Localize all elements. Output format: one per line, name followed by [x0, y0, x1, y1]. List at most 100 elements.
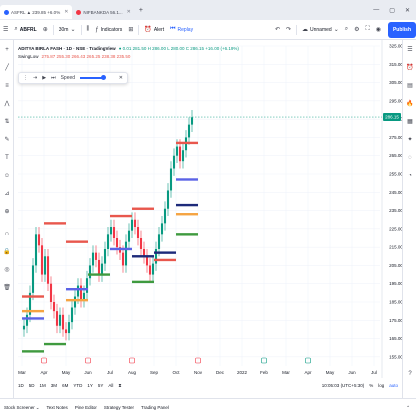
- range-3m[interactable]: 3M: [51, 383, 57, 388]
- range-6m[interactable]: 6M: [62, 383, 68, 388]
- maximize-icon[interactable]: ▢: [389, 7, 395, 14]
- candle-body: [25, 314, 29, 326]
- level-bar-blue: [176, 178, 198, 181]
- undo-button[interactable]: ↶: [272, 26, 283, 33]
- snapshot-button[interactable]: ◉: [373, 26, 384, 33]
- grid-icon: ⊞: [128, 27, 134, 33]
- candle-body: [88, 265, 92, 279]
- eye-icon[interactable]: ◎: [3, 266, 11, 274]
- tab-close-icon[interactable]: ✕: [64, 9, 68, 15]
- candle-body: [34, 234, 38, 266]
- close-window-icon[interactable]: ✕: [405, 7, 410, 14]
- zoom-icon[interactable]: ⊕: [3, 208, 11, 216]
- candle-type-button[interactable]: ⫼: [84, 26, 93, 33]
- new-tab-icon[interactable]: +: [139, 7, 143, 14]
- range-5y[interactable]: 5Y: [98, 383, 104, 388]
- speed-slider[interactable]: [80, 75, 107, 80]
- log-toggle[interactable]: log: [378, 383, 384, 388]
- select-bar-icon[interactable]: ⇥: [33, 75, 37, 81]
- tab-abfrl[interactable]: ASFRL ▲ 239.85 +6.0% ✕: [0, 5, 73, 19]
- goto-date-icon[interactable]: ⧗: [118, 383, 121, 388]
- alert-button[interactable]: ⏰ Alert: [141, 26, 167, 34]
- search-button[interactable]: ⌕: [342, 26, 351, 33]
- prediction-icon[interactable]: ⇅: [3, 118, 11, 126]
- tab-text-notes[interactable]: Text Notes: [47, 405, 68, 410]
- range-ytd[interactable]: YTD: [73, 383, 82, 388]
- compare-button[interactable]: ⊕: [40, 26, 51, 33]
- publish-button[interactable]: Publish: [387, 21, 416, 38]
- magnet-icon[interactable]: ∩: [3, 230, 11, 238]
- search-icon: ⌕: [344, 26, 349, 32]
- y-tick-label: 225.00: [389, 226, 402, 231]
- x-tick-label: Jul: [371, 370, 377, 375]
- menu-button[interactable]: ☰: [0, 26, 11, 33]
- level-bar-red: [66, 240, 88, 243]
- watchlist-icon[interactable]: ☰: [406, 46, 414, 54]
- text-icon[interactable]: T: [3, 154, 11, 162]
- templates-button[interactable]: ⊞: [125, 26, 136, 33]
- interval-button[interactable]: 30m ⌄: [56, 26, 79, 34]
- step-forward-icon[interactable]: ⏭: [51, 75, 56, 81]
- price-chart[interactable]: Mar Apr May Jun Jul Aug Sep Oct Nov Dec 2022 Feb Mar…: [14, 40, 402, 380]
- indicators-button[interactable]: ƒ Indicators: [92, 27, 125, 33]
- close-replay-icon[interactable]: ✕: [119, 75, 123, 81]
- x-tick-label: 2022: [237, 370, 248, 375]
- crosshair-icon[interactable]: +: [3, 46, 11, 54]
- settings-button[interactable]: ⚙: [351, 26, 362, 33]
- search-icon: ⌕: [14, 26, 18, 32]
- auto-toggle[interactable]: auto: [389, 383, 398, 388]
- interval-label: 30m: [58, 26, 69, 33]
- calendar-icon[interactable]: ▦: [406, 118, 414, 126]
- help-icon[interactable]: ?: [406, 370, 414, 378]
- trash-icon[interactable]: 🗑: [3, 284, 11, 292]
- replay-button[interactable]: ⏮ Replay: [167, 26, 196, 33]
- range-5d[interactable]: 5D: [29, 383, 35, 388]
- candle-body: [112, 227, 116, 238]
- tab-strategy-tester[interactable]: Strategy Tester: [104, 405, 134, 410]
- notifications-icon[interactable]: ◔: [406, 172, 414, 180]
- indicators-icon: ƒ: [95, 26, 99, 33]
- lock-icon[interactable]: 🔒: [3, 248, 11, 256]
- data-window-icon[interactable]: ▤: [406, 82, 414, 90]
- fullscreen-button[interactable]: ⛶: [362, 26, 372, 33]
- fib-icon[interactable]: ≡: [3, 82, 11, 90]
- window-controls: — ▢ ✕: [373, 7, 416, 14]
- camera-icon: ◉: [375, 27, 381, 33]
- tab-nifbank[interactable]: NIFBANKDA 56.1... ✕: [72, 5, 134, 19]
- x-tick-label: Jun: [348, 370, 356, 375]
- y-tick-label: 155.00: [389, 354, 402, 359]
- collapse-panel-icon[interactable]: ⌃: [406, 405, 410, 411]
- trend-line-icon[interactable]: ╱: [3, 64, 11, 72]
- range-1d[interactable]: 1D: [18, 383, 24, 388]
- redo-button[interactable]: ↷: [283, 26, 294, 33]
- undo-icon: ↶: [274, 27, 280, 33]
- ohlc-values: ● 0.01 281.50 H 286.00 L 280.00 C 286.15…: [118, 45, 239, 51]
- ruler-icon[interactable]: ⊿: [3, 190, 11, 198]
- candle-body: [67, 322, 71, 334]
- tab-pine-editor[interactable]: Pine Editor: [75, 405, 97, 410]
- tab-close-icon[interactable]: ✕: [127, 9, 131, 15]
- chart-pane[interactable]: Mar Apr May Jun Jul Aug Sep Oct Nov Dec 2022 Feb Mar…: [14, 40, 402, 378]
- tab-trading-panel[interactable]: Trading Panel: [141, 405, 169, 410]
- x-tick-label: Dec: [216, 370, 225, 375]
- symbol-search-button[interactable]: ⌕ ABFRL: [11, 26, 39, 33]
- hotlist-icon[interactable]: 🔥: [406, 100, 414, 108]
- alerts-icon[interactable]: ⏰: [406, 64, 414, 72]
- level-bar-green: [176, 233, 198, 236]
- range-all[interactable]: All: [108, 383, 113, 388]
- range-1m[interactable]: 1M: [40, 383, 46, 388]
- ideas-icon[interactable]: ✦: [406, 136, 414, 144]
- chat-icon[interactable]: ◌: [406, 154, 414, 162]
- tab-stock-screener[interactable]: Stock Screener ⌄: [4, 405, 40, 411]
- range-1y[interactable]: 1Y: [87, 383, 93, 388]
- emoji-icon[interactable]: ☺: [3, 172, 11, 180]
- play-icon[interactable]: ▶: [42, 75, 46, 81]
- brush-icon[interactable]: ✎: [3, 136, 11, 144]
- drag-handle-icon[interactable]: ⋮: [23, 75, 28, 81]
- layout-button[interactable]: ☁ Unnamed ⌄: [299, 26, 342, 34]
- percent-toggle[interactable]: %: [369, 383, 373, 388]
- pattern-icon[interactable]: ⋀: [3, 100, 11, 108]
- indicator-name[interactable]: SwingLow: [18, 54, 39, 59]
- candle-body: [115, 238, 119, 248]
- minimize-icon[interactable]: —: [373, 7, 379, 14]
